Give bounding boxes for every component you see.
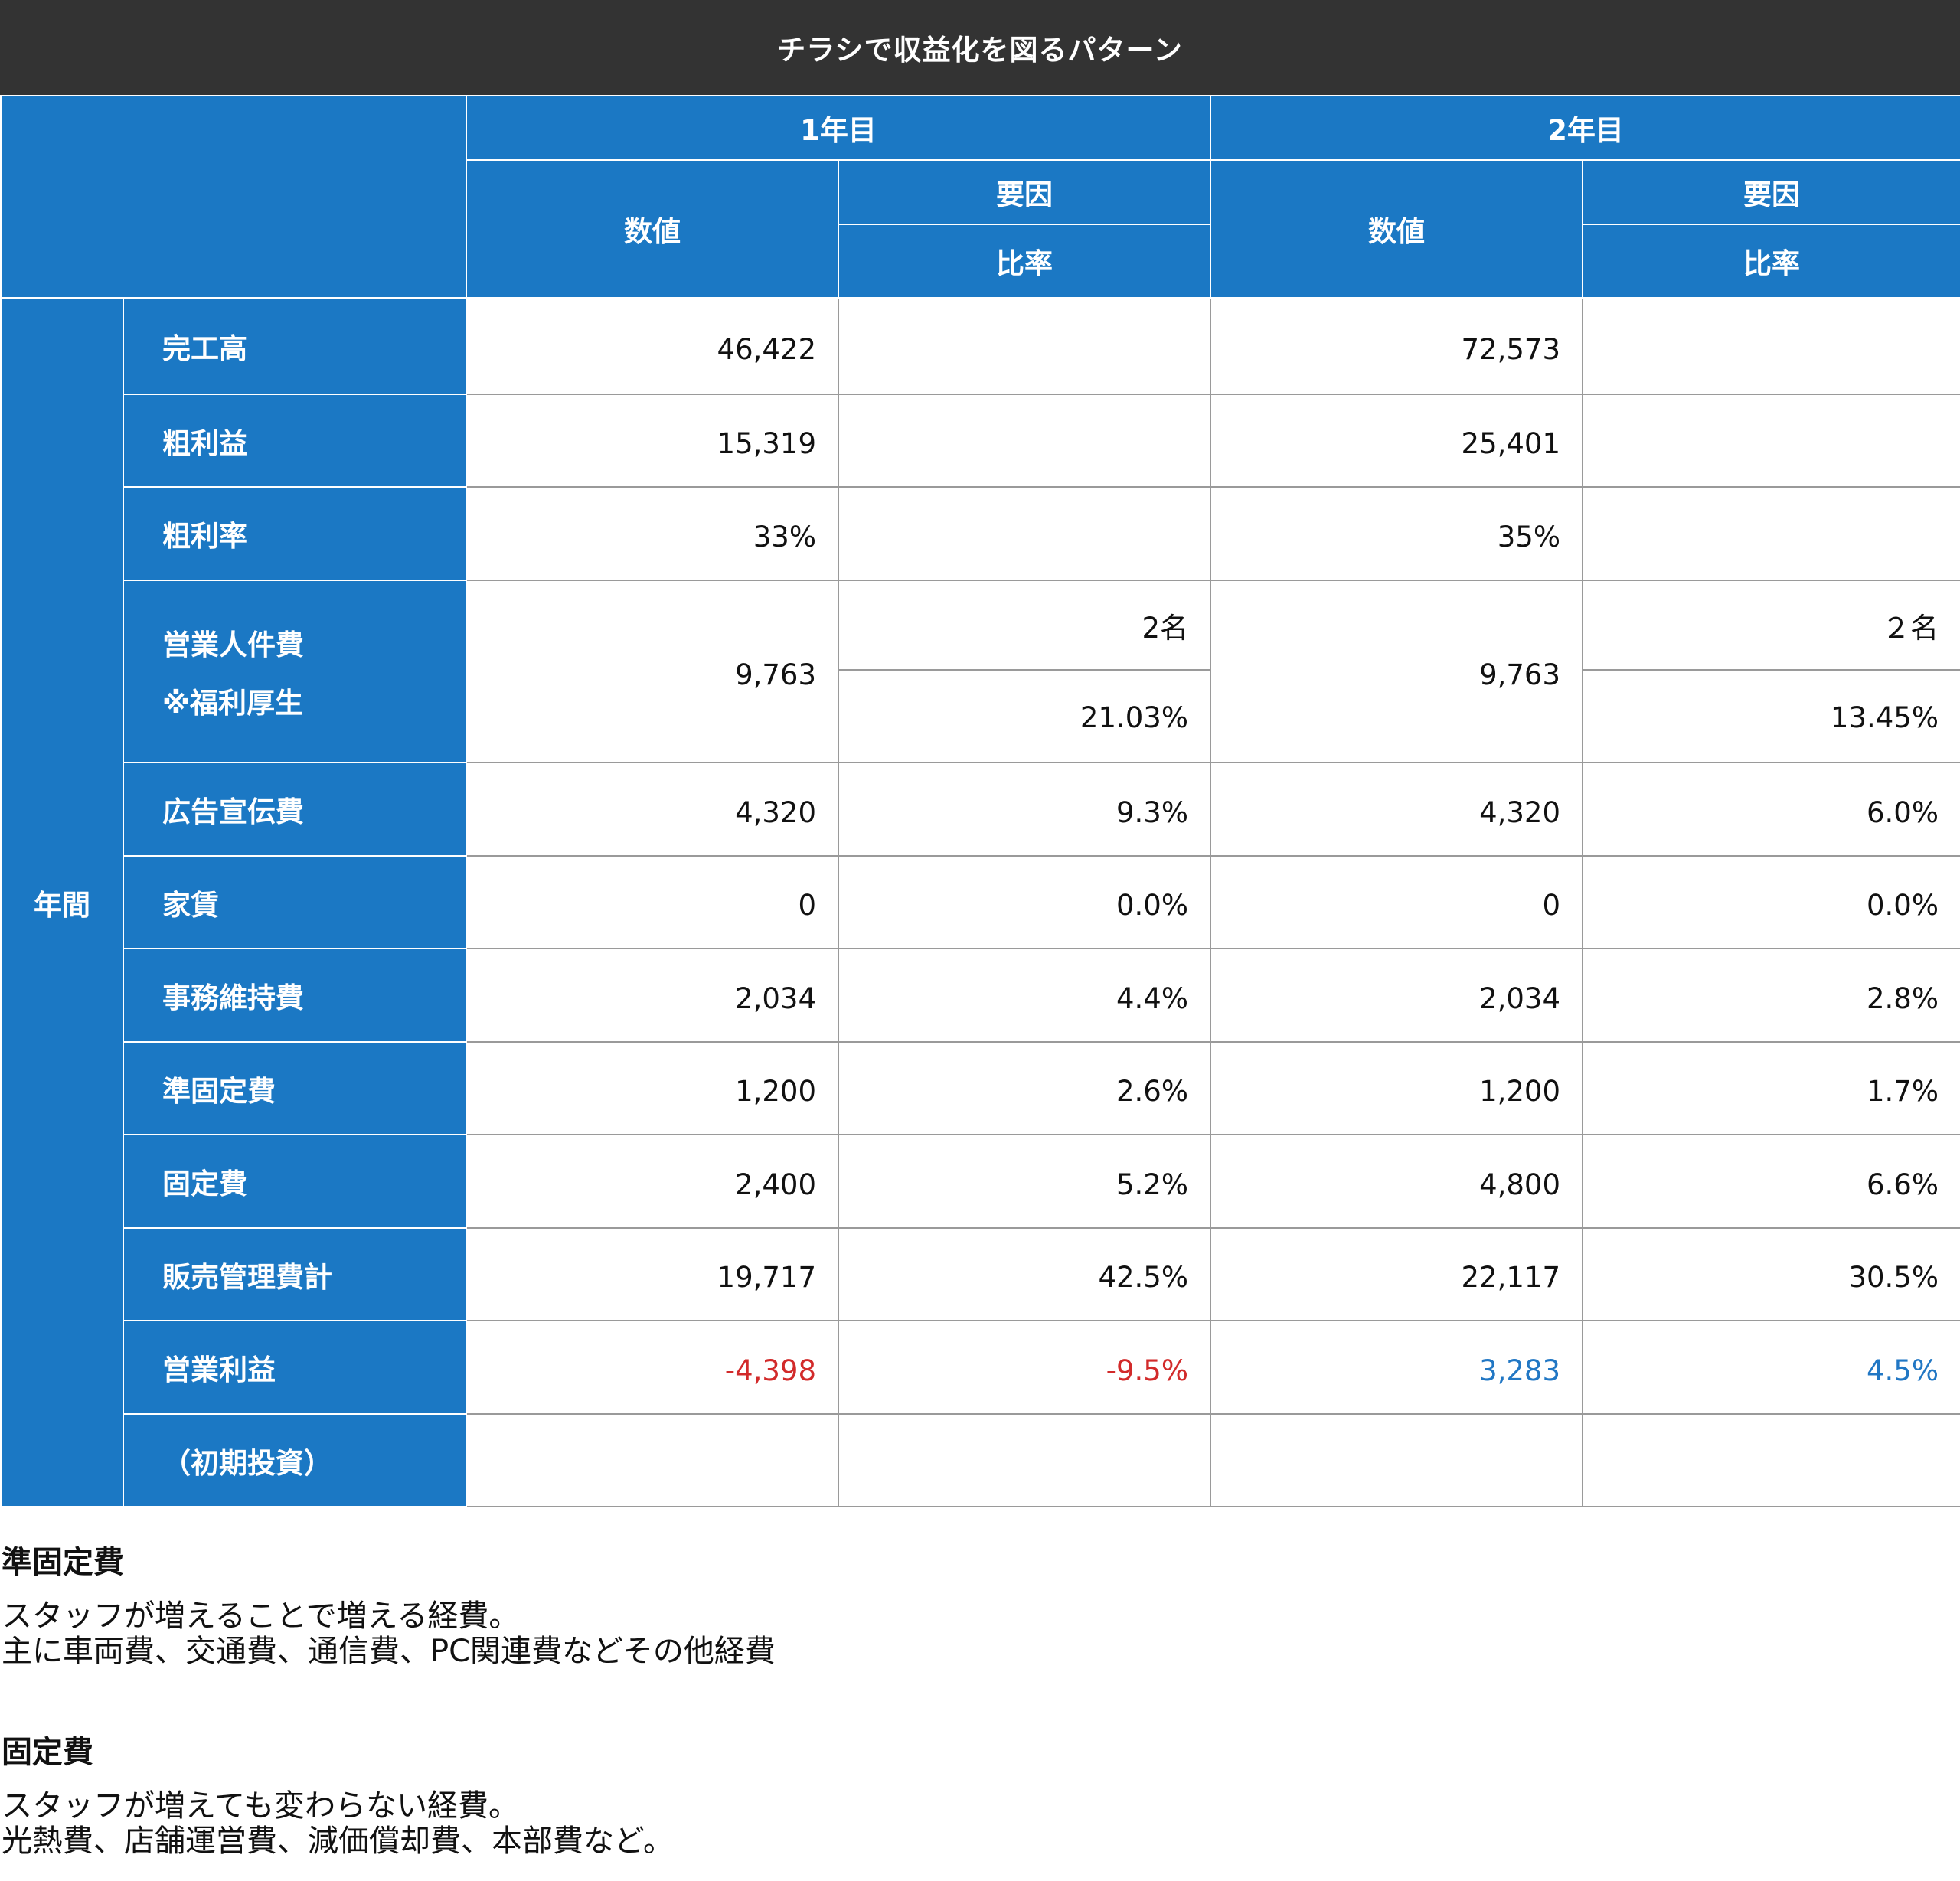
y2-value-cell: 3,283 — [1210, 1320, 1583, 1415]
y1-ratio-cell: 9.3% — [838, 762, 1211, 857]
row-label: 販売管理費計 — [122, 1227, 467, 1321]
note-semi-fixed-cost: 準固定費 スタッフが増えることで増える経費。 主に車両費、交通費、通信費、PC関… — [2, 1545, 1916, 1669]
y1-ratio-cell: 2.6% — [838, 1041, 1211, 1135]
header-year2: 2年目 — [1210, 95, 1960, 161]
table-row: 固定費 2,400 5.2% 4,800 6.6% — [1, 1134, 1960, 1229]
table-title: チラシで収益化を図るパターン — [0, 0, 1960, 95]
table-row: 販売管理費計 19,717 42.5% 22,117 30.5% — [1, 1227, 1960, 1321]
y2-ratio-cell — [1582, 1413, 1960, 1507]
y1-value-cell: 15,319 — [466, 394, 839, 488]
row-label: 営業利益 — [122, 1320, 467, 1415]
row-label: 営業人件費 ※福利厚生 — [122, 580, 467, 763]
y2-ratio-cell: 2.8% — [1582, 948, 1960, 1043]
y1-value-cell: 19,717 — [466, 1227, 839, 1321]
y2-value-cell: 0 — [1210, 855, 1583, 949]
y1-value-cell: 9,763 — [466, 580, 839, 763]
y1-ratio-cell — [838, 1413, 1211, 1507]
header-y1-value: 数値 — [466, 159, 839, 299]
table-row: 家賃 0 0.0% 0 0.0% — [1, 855, 1960, 949]
y1-ratio-cell — [838, 394, 1211, 488]
y2-ratio-cell: 1.7% — [1582, 1041, 1960, 1135]
y1-ratio-cell: 5.2% — [838, 1134, 1211, 1229]
table-row: （初期投資） — [1, 1413, 1960, 1507]
row-label: （初期投資） — [122, 1413, 467, 1507]
y2-value-cell: 25,401 — [1210, 394, 1583, 488]
note-line: スタッフが増えても変わらない経費。 — [2, 1788, 519, 1824]
y2-value-cell: 72,573 — [1210, 297, 1583, 395]
table-row: 粗利益 15,319 25,401 — [1, 394, 1960, 488]
y1-ratio-cell — [838, 297, 1211, 395]
row-label-main: 営業人件費 — [162, 629, 304, 661]
row-label: 固定費 — [122, 1134, 467, 1229]
header-y2-value: 数値 — [1210, 159, 1583, 299]
row-label: 事務維持費 — [122, 948, 467, 1043]
note-line: 主に車両費、交通費、通信費、PC関連費などその他経費 — [2, 1634, 776, 1669]
y2-value-cell: 4,800 — [1210, 1134, 1583, 1229]
row-label: 粗利益 — [122, 394, 467, 488]
y2-ratio-cell: 13.45% — [1582, 669, 1960, 763]
y2-ratio-cell — [1582, 486, 1960, 581]
y2-value-cell: 2,034 — [1210, 948, 1583, 1043]
y2-value-cell: 1,200 — [1210, 1041, 1583, 1135]
row-label: 家賃 — [122, 855, 467, 949]
y1-ratio-cell: -9.5% — [838, 1320, 1211, 1415]
y2-value-cell: 9,763 — [1210, 580, 1583, 763]
header-year1: 1年目 — [466, 95, 1211, 161]
note-line: 光熱費、店舗運営費、減価償却費、本部費など。 — [2, 1824, 674, 1859]
profit-table: 1年目 2年目 数値 要因 数値 要因 比率 比率 年間 完工高 46,422 … — [0, 95, 1960, 1507]
y1-factor-cell: 2名 — [838, 580, 1211, 671]
table-row: 準固定費 1,200 2.6% 1,200 1.7% — [1, 1041, 1960, 1135]
y2-ratio-cell — [1582, 297, 1960, 395]
note-heading: 固定費 — [2, 1735, 93, 1770]
table-row: 粗利率 33% 35% — [1, 486, 1960, 581]
table-row: 事務維持費 2,034 4.4% 2,034 2.8% — [1, 948, 1960, 1043]
row-label: 完工高 — [122, 297, 467, 395]
y1-ratio-cell: 21.03% — [838, 669, 1211, 763]
y2-ratio-cell: 30.5% — [1582, 1227, 1960, 1321]
side-label-annual: 年間 — [0, 297, 124, 1507]
note-fixed-cost: 固定費 スタッフが増えても変わらない経費。 光熱費、店舗運営費、減価償却費、本部… — [2, 1735, 1916, 1859]
header-y2-ratio: 比率 — [1582, 224, 1960, 299]
y1-ratio-cell: 42.5% — [838, 1227, 1211, 1321]
y1-ratio-cell: 0.0% — [838, 855, 1211, 949]
y1-value-cell: 4,320 — [466, 762, 839, 857]
y1-value-cell: -4,398 — [466, 1320, 839, 1415]
y2-value-cell: 4,320 — [1210, 762, 1583, 857]
note-heading: 準固定費 — [2, 1545, 124, 1580]
row-label-sub: ※福利厚生 — [162, 687, 303, 720]
note-body: スタッフが増えても変わらない経費。 光熱費、店舗運営費、減価償却費、本部費など。 — [2, 1788, 1916, 1859]
header-corner — [0, 95, 467, 299]
table-row: 営業利益 -4,398 -9.5% 3,283 4.5% — [1, 1320, 1960, 1415]
row-label: 準固定費 — [122, 1041, 467, 1135]
table-row: 営業人件費 ※福利厚生 9,763 2名 9,763 ２名 — [1, 580, 1960, 763]
y2-value-cell — [1210, 1413, 1583, 1507]
y2-ratio-cell: 6.6% — [1582, 1134, 1960, 1229]
y2-factor-cell: ２名 — [1582, 580, 1960, 671]
y2-ratio-cell — [1582, 394, 1960, 488]
header-y2-factor: 要因 — [1582, 159, 1960, 225]
notes-section: 準固定費 スタッフが増えることで増える経費。 主に車両費、交通費、通信費、PC関… — [2, 1545, 1916, 1859]
table-row: 広告宣伝費 4,320 9.3% 4,320 6.0% — [1, 762, 1960, 857]
y1-value-cell — [466, 1413, 839, 1507]
header-y1-factor: 要因 — [838, 159, 1211, 225]
note-line: スタッフが増えることで増える経費。 — [2, 1599, 520, 1634]
row-label: 粗利率 — [122, 486, 467, 581]
y1-value-cell: 1,200 — [466, 1041, 839, 1135]
y1-value-cell: 0 — [466, 855, 839, 949]
table-row: 年間 完工高 46,422 72,573 — [0, 297, 1960, 1507]
y1-ratio-cell — [838, 486, 1211, 581]
y1-value-cell: 33% — [466, 486, 839, 581]
y1-value-cell: 46,422 — [466, 297, 839, 395]
row-label: 広告宣伝費 — [122, 762, 467, 857]
y2-ratio-cell: 4.5% — [1582, 1320, 1960, 1415]
y1-value-cell: 2,400 — [466, 1134, 839, 1229]
y2-value-cell: 35% — [1210, 486, 1583, 581]
y2-ratio-cell: 6.0% — [1582, 762, 1960, 857]
y2-ratio-cell: 0.0% — [1582, 855, 1960, 949]
y2-value-cell: 22,117 — [1210, 1227, 1583, 1321]
header-y1-ratio: 比率 — [838, 224, 1211, 299]
y1-value-cell: 2,034 — [466, 948, 839, 1043]
y1-ratio-cell: 4.4% — [838, 948, 1211, 1043]
note-body: スタッフが増えることで増える経費。 主に車両費、交通費、通信費、PC関連費などそ… — [2, 1599, 1916, 1669]
